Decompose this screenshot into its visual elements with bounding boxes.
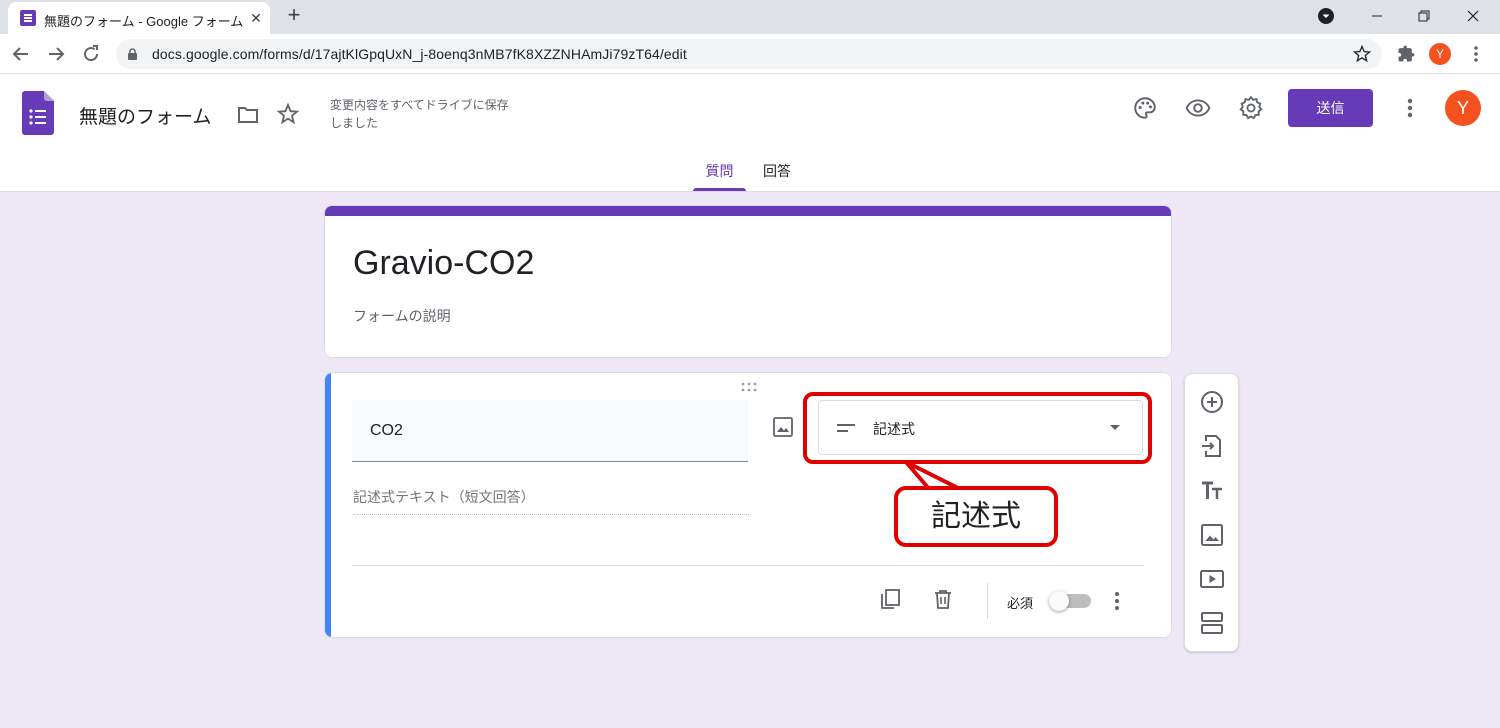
forms-favicon-icon — [20, 10, 36, 26]
insert-image-icon[interactable] — [771, 415, 795, 439]
add-title-icon[interactable] — [1199, 478, 1225, 504]
bookmark-star-icon[interactable] — [1352, 44, 1372, 64]
form-name[interactable]: 無題のフォーム — [79, 102, 211, 129]
folder-icon[interactable] — [236, 103, 260, 127]
extensions-icon[interactable] — [1396, 44, 1416, 64]
browser-toolbar: docs.google.com/forms/d/17ajtKlGpqUxN_j-… — [0, 34, 1500, 74]
duplicate-icon[interactable] — [878, 587, 902, 611]
address-bar[interactable]: docs.google.com/forms/d/17ajtKlGpqUxN_j-… — [116, 39, 1382, 69]
browser-profile-avatar[interactable]: Y — [1429, 43, 1451, 65]
google-forms-logo-icon[interactable] — [22, 91, 54, 135]
active-tab-indicator — [693, 188, 746, 191]
palette-icon[interactable] — [1132, 95, 1158, 121]
tab-title: 無題のフォーム - Google フォーム — [44, 14, 244, 29]
callout-join — [932, 490, 964, 496]
footer-divider — [352, 565, 1144, 566]
reload-icon[interactable] — [79, 42, 103, 66]
active-question-bar — [325, 373, 331, 637]
close-window-icon[interactable] — [1458, 4, 1488, 28]
drag-handle-icon[interactable] — [739, 381, 759, 393]
forms-header: 無題のフォーム 変更内容をすべてドライブに保存しました 送信 Y 質問 回答 — [0, 74, 1500, 192]
annotation-highlight-box — [803, 392, 1152, 464]
delete-icon[interactable] — [931, 587, 955, 611]
browser-tab-strip: 無題のフォーム - Google フォーム ✕ + — [0, 0, 1500, 34]
chrome-profile-menu-icon[interactable] — [1311, 4, 1341, 28]
browser-tab[interactable]: 無題のフォーム - Google フォーム ✕ — [8, 2, 270, 34]
new-tab-button[interactable]: + — [282, 4, 306, 28]
forward-icon[interactable] — [44, 42, 68, 66]
minimize-icon[interactable] — [1362, 4, 1392, 28]
eye-icon[interactable] — [1185, 95, 1211, 121]
form-title[interactable]: Gravio-CO2 — [353, 244, 534, 283]
add-question-icon[interactable] — [1199, 389, 1225, 415]
save-status: 変更内容をすべてドライブに保存しました — [330, 98, 509, 130]
restore-icon[interactable] — [1409, 4, 1439, 28]
footer-separator — [987, 583, 988, 619]
annotation-callout: 記述式 — [894, 486, 1058, 547]
back-icon[interactable] — [9, 42, 33, 66]
short-answer-placeholder: 記述式テキスト（短文回答） — [353, 487, 749, 515]
send-button[interactable]: 送信 — [1288, 89, 1373, 127]
required-toggle-thumb[interactable] — [1049, 591, 1069, 611]
account-avatar[interactable]: Y — [1445, 90, 1481, 126]
tab-close-icon[interactable]: ✕ — [246, 8, 266, 28]
form-title-card: Gravio-CO2 フォームの説明 — [324, 205, 1172, 358]
floating-toolbar — [1184, 373, 1239, 652]
question-title-text: CO2 — [370, 422, 403, 439]
import-questions-icon[interactable] — [1199, 433, 1225, 459]
add-image-icon[interactable] — [1199, 522, 1225, 548]
url-text: docs.google.com/forms/d/17ajtKlGpqUxN_j-… — [152, 46, 687, 62]
lock-icon — [128, 48, 137, 60]
gear-icon[interactable] — [1238, 95, 1264, 121]
add-video-icon[interactable] — [1199, 566, 1225, 592]
question-title-input[interactable]: CO2 — [352, 400, 748, 462]
chrome-menu-icon[interactable] — [1466, 44, 1486, 64]
star-icon[interactable] — [276, 102, 300, 126]
callout-text: 記述式 — [931, 500, 1021, 533]
theme-color-bar — [325, 206, 1171, 216]
tab-responses[interactable]: 回答 — [753, 160, 801, 192]
form-description-field[interactable]: フォームの説明 — [353, 306, 451, 326]
add-section-icon[interactable] — [1199, 610, 1225, 636]
more-vert-icon[interactable] — [1107, 589, 1127, 613]
more-vert-icon[interactable] — [1397, 95, 1423, 121]
required-label: 必須 — [1007, 596, 1034, 611]
